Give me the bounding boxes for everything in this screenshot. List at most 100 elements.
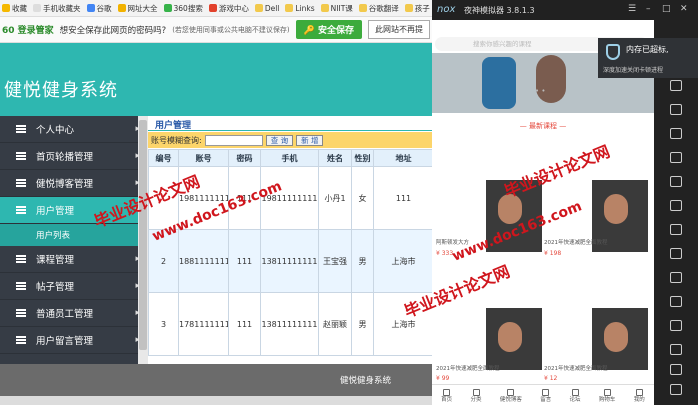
tab-home[interactable]: 首页 bbox=[441, 389, 452, 405]
cell-phone: 13811111111 bbox=[260, 292, 319, 356]
cell-name: 小丹1 bbox=[318, 166, 352, 230]
sidebar-item-profile[interactable]: 个人中心▸ bbox=[0, 116, 148, 143]
cell-account: 18811111111 bbox=[178, 229, 229, 293]
record-icon[interactable] bbox=[670, 320, 682, 331]
minimize-icon[interactable]: – bbox=[646, 4, 651, 14]
cell-password: 111 bbox=[228, 292, 261, 356]
search-label: 账号模糊查询: bbox=[151, 135, 202, 145]
scissors-icon[interactable] bbox=[670, 80, 682, 91]
sidebar-subitem-user-list[interactable]: 用户列表 bbox=[0, 224, 148, 246]
back-icon[interactable] bbox=[670, 344, 682, 355]
tab-mine[interactable]: 我的 bbox=[634, 389, 645, 405]
sidebar-scrollbar[interactable] bbox=[138, 116, 148, 364]
folder-icon bbox=[285, 4, 294, 12]
home-icon[interactable] bbox=[670, 364, 682, 375]
table-row[interactable]: 3 17811111111 111 13811111111 赵丽颖 男 上海市 bbox=[148, 292, 433, 356]
menu-icon bbox=[16, 282, 26, 290]
table-row[interactable]: 2 18811111111 111 13811111111 王宝强 男 上海市 bbox=[148, 229, 433, 293]
column-header: 编号 bbox=[148, 149, 179, 167]
bookmark-item[interactable]: 手机收藏夹 bbox=[33, 3, 81, 14]
bookmark-item[interactable]: 收藏 bbox=[2, 3, 27, 14]
bookmark-item[interactable]: 游戏中心 bbox=[208, 3, 249, 14]
tab-label: 留言 bbox=[540, 397, 552, 403]
message-icon bbox=[542, 389, 550, 396]
memory-tip-popup[interactable]: 内存已超标, 深度加速关闭卡顿进程 bbox=[598, 38, 698, 78]
sidebar-item-staff[interactable]: 普通员工管理▸ bbox=[0, 300, 148, 327]
menu-icon bbox=[16, 152, 26, 160]
cell-account: 17811111111 bbox=[178, 292, 229, 356]
cell-gender: 女 bbox=[351, 166, 374, 230]
tab-blog[interactable]: 健悦博客 bbox=[500, 389, 522, 405]
cell-no: 3 bbox=[148, 292, 179, 356]
loading-icon[interactable] bbox=[670, 224, 682, 235]
menu-icon bbox=[16, 206, 26, 214]
account-search-input[interactable] bbox=[204, 134, 263, 146]
course-card-title: 2021年快速减肥全面教程 bbox=[544, 240, 608, 246]
location-icon[interactable] bbox=[670, 104, 682, 115]
maximize-icon[interactable]: □ bbox=[662, 4, 671, 14]
bookmark-item[interactable]: 360搜索 bbox=[163, 3, 203, 14]
screen-icon[interactable] bbox=[670, 128, 682, 139]
tab-message[interactable]: 留言 bbox=[540, 389, 551, 405]
multi-window-icon[interactable] bbox=[670, 296, 682, 307]
bookmark-item[interactable]: Dell bbox=[254, 4, 279, 13]
close-icon[interactable]: ✕ bbox=[680, 4, 688, 14]
game-icon bbox=[208, 4, 217, 12]
password-note: (若您使用同事或公共电脑不建议保存) bbox=[172, 25, 290, 34]
course-card-image[interactable] bbox=[486, 308, 542, 370]
column-header: 地址 bbox=[373, 149, 433, 167]
recent-apps-icon[interactable] bbox=[670, 384, 682, 395]
scrollbar-thumb[interactable] bbox=[139, 120, 147, 350]
bookmark-item[interactable]: NIIT课 bbox=[320, 3, 353, 14]
add-button[interactable]: 新 增 bbox=[296, 134, 324, 146]
tab-label: 我的 bbox=[633, 397, 645, 403]
shake-icon[interactable] bbox=[670, 272, 682, 283]
folder-icon bbox=[358, 4, 367, 12]
course-card-title: 2021年快速减肥全面教程 bbox=[544, 366, 608, 372]
tab-forum[interactable]: 论坛 bbox=[570, 389, 581, 405]
column-header: 姓名 bbox=[318, 149, 352, 167]
sidebar-item-messages[interactable]: 用户留言管理▸ bbox=[0, 327, 148, 354]
course-card-price: ¥ 99 bbox=[436, 375, 450, 382]
section-title: — 最新课程 — bbox=[519, 122, 567, 130]
tab-cart[interactable]: 购物车 bbox=[598, 389, 616, 405]
fullscreen-icon[interactable] bbox=[670, 152, 682, 163]
course-card-price: ¥ 12 bbox=[544, 375, 558, 382]
course-photo bbox=[604, 194, 628, 224]
sidebar-item-label: 个人中心 bbox=[36, 125, 75, 136]
sidebar-item-posts[interactable]: 帖子管理▸ bbox=[0, 273, 148, 300]
sidebar-item-label: 用户管理 bbox=[36, 206, 75, 217]
tab-category[interactable]: 分类 bbox=[471, 389, 482, 405]
course-card-image[interactable] bbox=[592, 308, 648, 370]
search-button[interactable]: 查 询 bbox=[265, 134, 294, 146]
bookmark-item[interactable]: Links bbox=[285, 4, 315, 13]
user-icon bbox=[635, 389, 643, 396]
sidebar-item-label: 首页轮播管理 bbox=[36, 152, 94, 163]
sidebar-item-carousel[interactable]: 首页轮播管理▸ bbox=[0, 143, 148, 170]
search-icon bbox=[163, 4, 172, 12]
menu-icon[interactable]: ☰ bbox=[628, 4, 636, 14]
tab-label: 论坛 bbox=[569, 397, 581, 403]
bookmark-item[interactable]: 谷歌翻译 bbox=[358, 3, 399, 14]
star-icon bbox=[2, 4, 10, 12]
volume-down-icon[interactable] bbox=[670, 200, 682, 211]
category-icon bbox=[472, 389, 480, 396]
cell-name: 赵丽颖 bbox=[318, 292, 352, 356]
tab-label: 健悦博客 bbox=[499, 397, 522, 403]
emulator-titlebar: nox 夜神模拟器 3.8.1.3 ☰ – □ ✕ bbox=[432, 0, 698, 20]
sidebar-item-courses[interactable]: 课程管理▸ bbox=[0, 246, 148, 273]
search-bar: 账号模糊查询: 查 询 新 增 bbox=[148, 132, 433, 148]
bookmark-item[interactable]: 谷歌 bbox=[86, 3, 112, 14]
tab-label: 购物车 bbox=[598, 397, 616, 403]
save-password-button[interactable]: 🔑 安全保存 bbox=[295, 20, 363, 39]
menu-icon bbox=[16, 125, 26, 133]
sidebar-item-label: 帖子管理 bbox=[36, 282, 75, 293]
never-save-button[interactable]: 此网站不再提 bbox=[368, 20, 431, 39]
volume-up-icon[interactable] bbox=[670, 176, 682, 187]
sidebar-item-blog[interactable]: 健悦博客管理▸ bbox=[0, 170, 148, 197]
bookmark-item[interactable]: 网址大全 bbox=[117, 3, 158, 14]
column-header: 密码 bbox=[228, 149, 261, 167]
apk-icon[interactable] bbox=[670, 248, 682, 259]
cell-phone: 13811111111 bbox=[260, 229, 319, 293]
bookmark-item[interactable]: 孩子 bbox=[404, 3, 430, 14]
